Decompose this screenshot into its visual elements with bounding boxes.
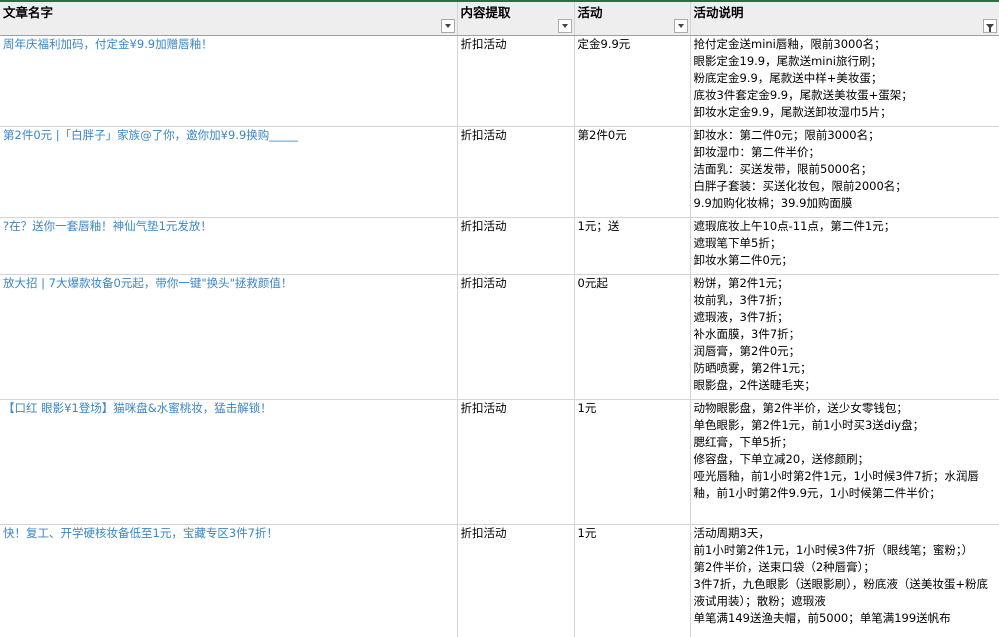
- header-content-extract: 内容提取: [457, 2, 575, 36]
- header-article-name: 文章名字: [0, 2, 458, 36]
- cell-desc[interactable]: 动物眼影盘，第2件半价，送少女零钱包； 单色眼影，第2件1元，前1小时买3送di…: [690, 399, 999, 525]
- article-title: ?在？送你一套唇釉！神仙气垫1元发放！: [3, 219, 212, 233]
- cell-content[interactable]: 折扣活动: [457, 217, 575, 275]
- header-label: 活动: [577, 5, 603, 20]
- desc-line: 第2件半价，送束口袋（2种唇膏）；: [693, 560, 875, 574]
- desc-line: 粉底定金9.9，尾款送中样+美妆蛋；: [693, 71, 883, 85]
- desc-line: 卸妆水定金9.9，尾款送卸妆湿巾5片；: [693, 105, 892, 119]
- desc-line: 哑光唇釉，前1小时第2件1元，1小时候3件7折；水润唇釉，前1小时第2件9.9元…: [693, 469, 979, 500]
- desc-line: 卸妆湿巾：第二件半价；: [693, 145, 821, 159]
- article-title: 快！复工、开学硬核妆备低至1元，宝藏专区3件7折！: [3, 526, 278, 540]
- cell-title[interactable]: 第2件0元 |「白胖子」家族@了你，邀你加¥9.9换购_____: [0, 126, 458, 218]
- cell-title[interactable]: 周年庆福利加码，付定金¥9.9加赠唇釉！: [0, 35, 458, 127]
- article-title: 【口红 眼影¥1登场】猫咪盘&水蜜桃妆，猛击解锁！: [3, 401, 272, 415]
- cell-activity[interactable]: 定金9.9元: [574, 35, 691, 127]
- desc-line: 单色眼影，第2件1元，前1小时买3送diy盘；: [693, 418, 925, 432]
- chevron-down-icon: [677, 24, 684, 28]
- cell-content[interactable]: 折扣活动: [457, 524, 575, 637]
- desc-line: 单笔满149送渔夫帽，前5000；单笔满199送帆布: [693, 611, 951, 625]
- filter-funnel-icon: [985, 23, 994, 32]
- cell-activity[interactable]: 1元: [574, 524, 691, 637]
- cell-desc[interactable]: 遮瑕底妆上午10点-11点，第二件1元； 遮瑕笔下单5折； 卸妆水第二件0元；: [690, 217, 999, 275]
- desc-line: 动物眼影盘，第2件半价，送少女零钱包；: [693, 401, 908, 415]
- desc-line: 9.9加购化妆棉；39.9加购面膜: [693, 196, 853, 210]
- chevron-down-icon: [444, 24, 451, 28]
- cell-content[interactable]: 折扣活动: [457, 126, 575, 218]
- table-row: 放大招 | 7大爆款妆备0元起，带你一键"换头"拯救颜值！ 折扣活动 0元起 粉…: [0, 274, 999, 400]
- cell-title[interactable]: 快！复工、开学硬核妆备低至1元，宝藏专区3件7折！: [0, 524, 458, 637]
- desc-line: 3件7折，九色眼影（送眼影刷），粉底液（送美妆蛋+粉底液试用装）；散粉；遮瑕液: [693, 577, 989, 608]
- header-row: 文章名字 内容提取 活动 活动说明: [0, 2, 999, 36]
- spreadsheet-sheet: 文章名字 内容提取 活动 活动说明 周年庆福利加码，付定金¥9.9加赠唇釉！ 折…: [0, 0, 999, 637]
- header-activity-desc: 活动说明: [690, 2, 999, 36]
- desc-line: 补水面膜，3件7折；: [693, 327, 801, 341]
- header-label: 活动说明: [693, 5, 744, 20]
- cell-desc[interactable]: 抢付定金送mini唇釉，限前3000名； 眼影定金19.9，尾款送mini旅行刷…: [690, 35, 999, 127]
- cell-activity[interactable]: 1元；送: [574, 217, 691, 275]
- desc-line: 眼影定金19.9，尾款送mini旅行刷；: [693, 54, 883, 68]
- data-table: 文章名字 内容提取 活动 活动说明 周年庆福利加码，付定金¥9.9加赠唇釉！ 折…: [0, 2, 999, 637]
- desc-line: 防晒喷雾，第2件1元；: [693, 361, 812, 375]
- desc-line: 修容盘，下单立减20，送修颜刷；: [693, 452, 870, 466]
- table-row: 第2件0元 |「白胖子」家族@了你，邀你加¥9.9换购_____ 折扣活动 第2…: [0, 126, 999, 218]
- cell-content[interactable]: 折扣活动: [457, 399, 575, 525]
- table-row: ?在？送你一套唇釉！神仙气垫1元发放！ 折扣活动 1元；送 遮瑕底妆上午10点-…: [0, 217, 999, 275]
- desc-line: 抢付定金送mini唇釉，限前3000名；: [693, 37, 886, 51]
- desc-line: 洁面乳：买送发带，限前5000名；: [693, 162, 873, 176]
- cell-activity[interactable]: 0元起: [574, 274, 691, 400]
- cell-content[interactable]: 折扣活动: [457, 35, 575, 127]
- cell-desc[interactable]: 粉饼，第2件1元； 妆前乳，3件7折； 遮瑕液，3件7折； 补水面膜，3件7折；…: [690, 274, 999, 400]
- filter-dropdown-button[interactable]: [673, 19, 688, 33]
- desc-line: 卸妆水：第二件0元；限前3000名；: [693, 128, 880, 142]
- cell-desc[interactable]: 卸妆水：第二件0元；限前3000名； 卸妆湿巾：第二件半价； 洁面乳：买送发带，…: [690, 126, 999, 218]
- desc-line: 润唇膏，第2件0元；: [693, 344, 801, 358]
- desc-line: 眼影盘，2件送睫毛夹；: [693, 378, 816, 392]
- header-activity: 活动: [574, 2, 691, 36]
- desc-line: 粉饼，第2件1元；: [693, 276, 789, 290]
- desc-line: 活动周期3天，: [693, 526, 770, 540]
- filter-dropdown-button[interactable]: [557, 19, 572, 33]
- article-title: 放大招 | 7大爆款妆备0元起，带你一键"换头"拯救颜值！: [3, 276, 293, 290]
- filter-dropdown-button[interactable]: [440, 19, 455, 33]
- desc-line: 底妆3件套定金9.9，尾款送美妆蛋+蛋架；: [693, 88, 913, 102]
- desc-line: 腮红膏，下单5折；: [693, 435, 793, 449]
- cell-activity[interactable]: 1元: [574, 399, 691, 525]
- desc-line: 遮瑕底妆上午10点-11点，第二件1元；: [693, 219, 896, 233]
- desc-line: 遮瑕液，3件7折；: [693, 310, 789, 324]
- cell-content[interactable]: 折扣活动: [457, 274, 575, 400]
- chevron-down-icon: [561, 24, 568, 28]
- desc-line: 前1小时第2件1元，1小时候3件7折（眼线笔；蜜粉；）: [693, 543, 974, 557]
- header-label: 内容提取: [460, 5, 511, 20]
- desc-line: 遮瑕笔下单5折；: [693, 236, 782, 250]
- table-row: 快！复工、开学硬核妆备低至1元，宝藏专区3件7折！ 折扣活动 1元 活动周期3天…: [0, 524, 999, 637]
- table-row: 【口红 眼影¥1登场】猫咪盘&水蜜桃妆，猛击解锁！ 折扣活动 1元 动物眼影盘，…: [0, 399, 999, 525]
- cell-title[interactable]: 【口红 眼影¥1登场】猫咪盘&水蜜桃妆，猛击解锁！: [0, 399, 458, 525]
- cell-title[interactable]: ?在？送你一套唇釉！神仙气垫1元发放！: [0, 217, 458, 275]
- desc-line: 妆前乳，3件7折；: [693, 293, 789, 307]
- cell-desc[interactable]: 活动周期3天， 前1小时第2件1元，1小时候3件7折（眼线笔；蜜粉；） 第2件半…: [690, 524, 999, 637]
- article-title: 周年庆福利加码，付定金¥9.9加赠唇釉！: [3, 37, 213, 51]
- desc-line: 卸妆水第二件0元；: [693, 253, 793, 267]
- cell-activity[interactable]: 第2件0元: [574, 126, 691, 218]
- desc-line: 白胖子套装：买送化妆包，限前2000名；: [693, 179, 907, 193]
- table-row: 周年庆福利加码，付定金¥9.9加赠唇釉！ 折扣活动 定金9.9元 抢付定金送mi…: [0, 35, 999, 127]
- filter-applied-button[interactable]: [982, 19, 997, 33]
- article-title: 第2件0元 |「白胖子」家族@了你，邀你加¥9.9换购_____: [3, 128, 299, 142]
- header-label: 文章名字: [3, 5, 54, 20]
- cell-title[interactable]: 放大招 | 7大爆款妆备0元起，带你一键"换头"拯救颜值！: [0, 274, 458, 400]
